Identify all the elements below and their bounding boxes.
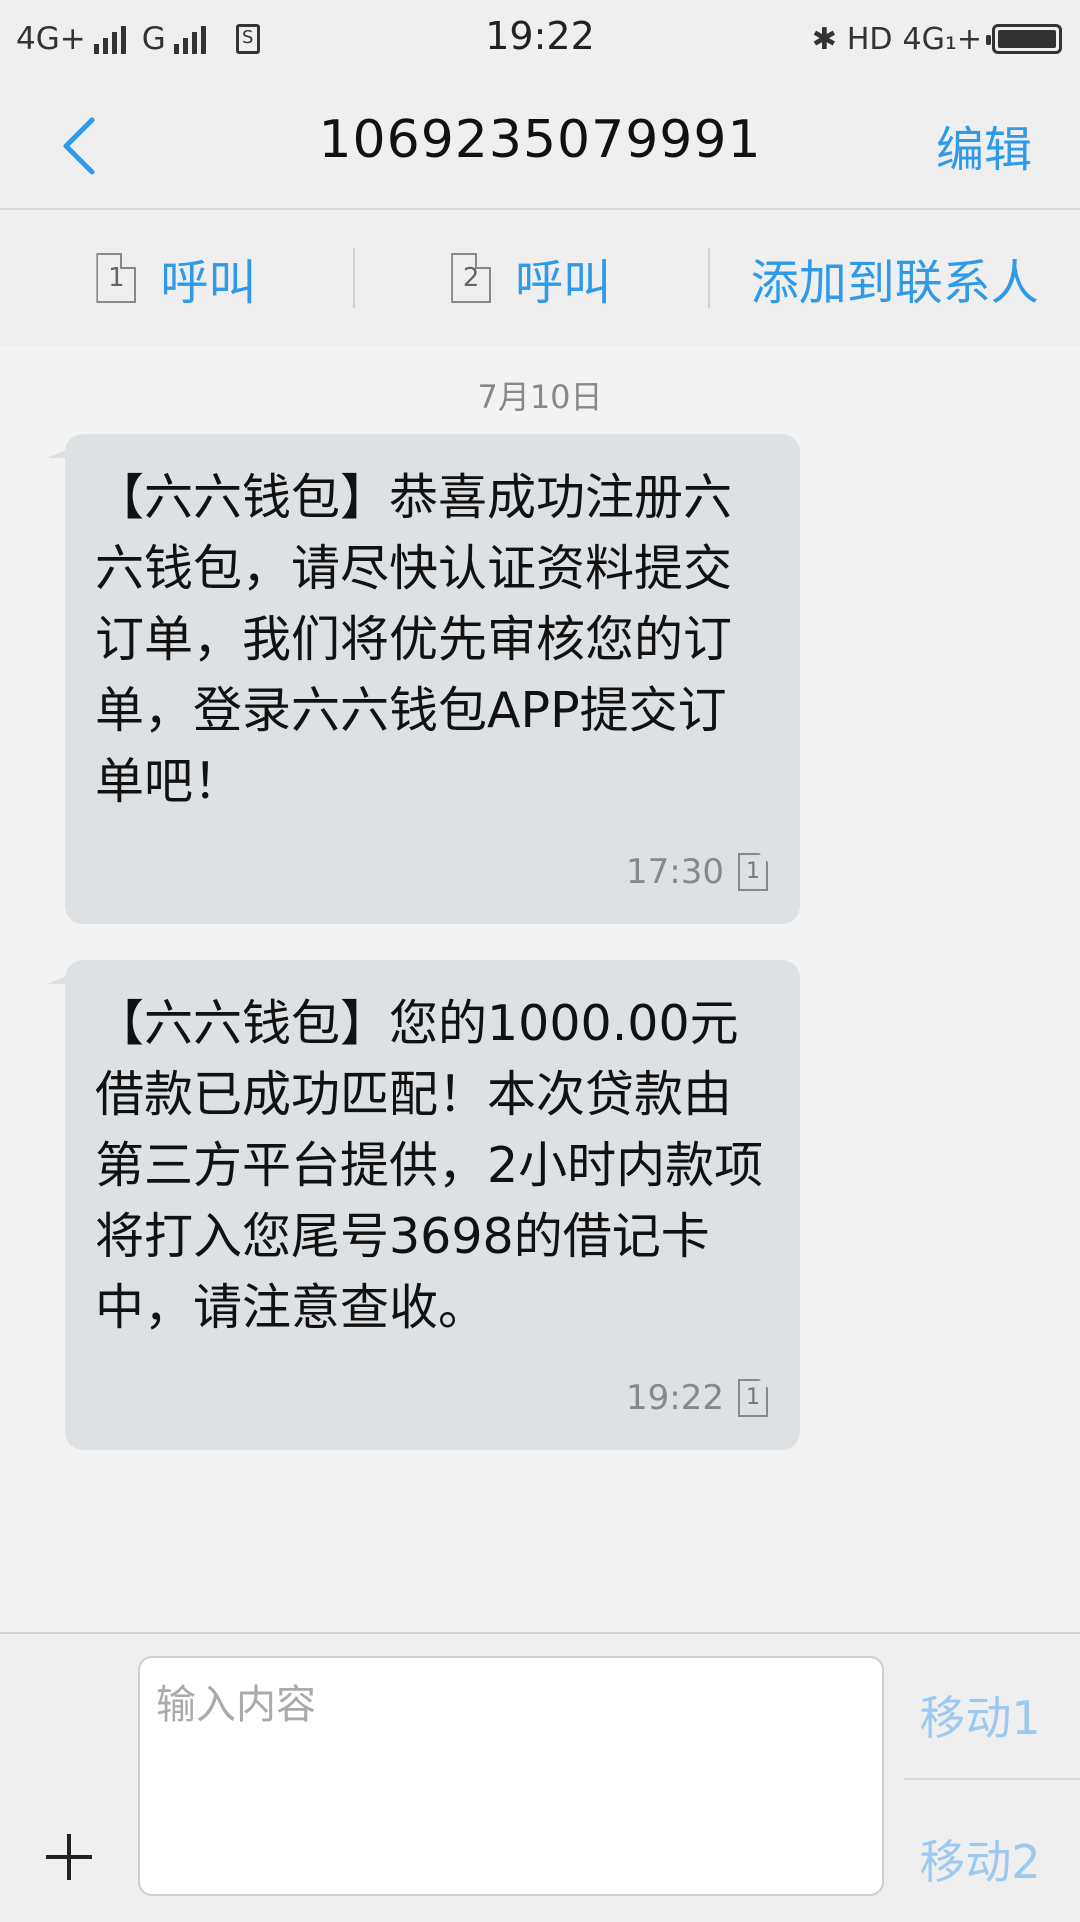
message-text: 【六六钱包】您的1000.00元借款已成功匹配！本次贷款由第三方平台提供，2小时…: [95, 995, 764, 1336]
sim1-icon: 1: [96, 253, 137, 303]
call-sim2-label: 呼叫: [515, 255, 612, 311]
call-sim1-label: 呼叫: [160, 255, 257, 311]
call-sim2-button[interactable]: 2 呼叫: [355, 248, 708, 311]
conversation-header: 1069235079991 编辑: [0, 76, 1080, 210]
status-bar: 4G+ G S 19:22 ✱ HD 4G₁+: [0, 0, 1080, 76]
divider: [904, 1778, 1080, 1780]
edit-button[interactable]: 编辑: [936, 110, 1032, 180]
compose-bar: 移动1 移动2: [0, 1632, 1080, 1922]
send-sim2-button[interactable]: 移动2: [910, 1826, 1050, 1892]
battery-icon: [986, 24, 1062, 54]
message-time: 17:30: [626, 852, 724, 892]
status-right: ✱ HD 4G₁+: [812, 16, 1062, 62]
call-sim1-button[interactable]: 1 呼叫: [0, 248, 353, 311]
bluetooth-icon: ✱: [811, 21, 837, 57]
hd-indicator: HD: [846, 21, 893, 57]
message-bubble[interactable]: 【六六钱包】恭喜成功注册六六钱包，请尽快认证资料提交订单，我们将优先审核您的订单…: [47, 434, 800, 924]
message-meta: 17:30 1: [626, 852, 768, 892]
add-attachment-button[interactable]: [44, 1832, 94, 1882]
message-text: 【六六钱包】恭喜成功注册六六钱包，请尽快认证资料提交订单，我们将优先审核您的订单…: [95, 469, 733, 810]
date-separator: 7月10日: [477, 378, 603, 416]
send-sim1-button[interactable]: 移动1: [910, 1682, 1050, 1748]
add-to-contacts-button[interactable]: 添加到联系人: [710, 248, 1080, 311]
message-time: 19:22: [626, 1378, 724, 1418]
message-meta: 19:22 1: [626, 1378, 768, 1418]
action-bar: 1 呼叫 2 呼叫 添加到联系人: [0, 210, 1080, 346]
sim1-icon: 1: [738, 1379, 768, 1417]
network-type-right: 4G₁+: [902, 21, 983, 57]
sim2-icon: 2: [451, 253, 492, 303]
message-input[interactable]: [138, 1656, 884, 1896]
sim1-icon: 1: [738, 853, 768, 891]
message-bubble[interactable]: 【六六钱包】您的1000.00元借款已成功匹配！本次贷款由第三方平台提供，2小时…: [47, 960, 800, 1450]
page-title: 1069235079991: [318, 110, 762, 170]
